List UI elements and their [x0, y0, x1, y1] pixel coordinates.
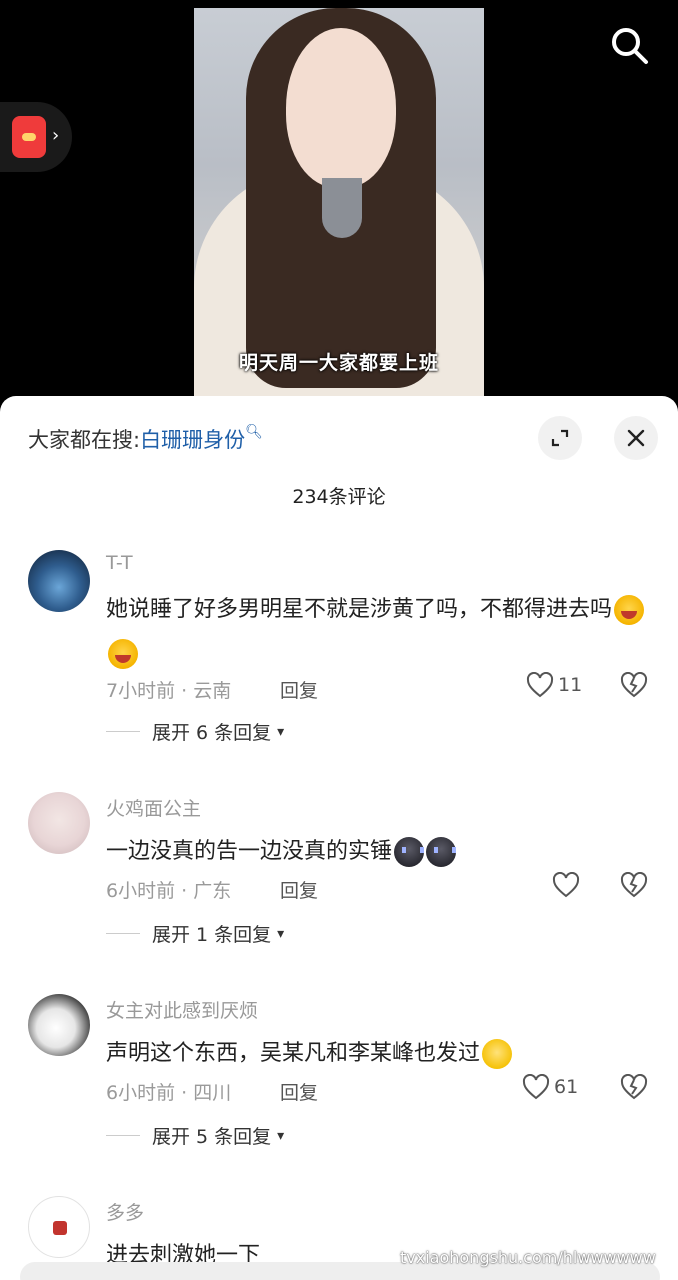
comment-username[interactable]: 火鸡面公主	[106, 794, 201, 821]
chevron-down-icon: ▾	[277, 925, 285, 942]
comment-text-content: 她说睡了好多男明星不就是涉黄了吗，不都得进去吗	[106, 597, 613, 622]
heart-icon	[526, 672, 554, 698]
watermark: tvxiaohongshu.com/hlwwwwww	[400, 1248, 656, 1267]
reply-button[interactable]: 回复	[280, 1078, 318, 1105]
comment-time-location: 6小时前 · 四川	[106, 1082, 232, 1104]
comment-item: 火鸡面公主 一边没真的告一边没真的实锤 6小时前 · 广东 回复 展开 1 条回…	[0, 792, 678, 962]
comment-text[interactable]: 声明这个东西，吴某凡和李某峰也发过	[106, 1032, 652, 1076]
dark-face-emoji-icon	[394, 837, 425, 867]
comment-time-location: 7小时前 · 云南	[106, 680, 232, 702]
expand-replies-label: 展开 6 条回复	[152, 722, 272, 744]
expand-replies-label: 展开 1 条回复	[152, 924, 272, 946]
comment-text[interactable]: 一边没真的告一边没真的实锤	[106, 830, 652, 874]
comment-text[interactable]: 她说睡了好多男明星不就是涉黄了吗，不都得进去吗	[106, 588, 652, 676]
like-button[interactable]: 61	[522, 1074, 578, 1100]
avatar[interactable]	[28, 994, 90, 1056]
comment-text-content: 一边没真的告一边没真的实锤	[106, 839, 393, 864]
divider	[106, 1135, 140, 1136]
red-packet-button[interactable]: ›	[0, 102, 72, 172]
video-area[interactable]: 明天周一大家都要上班 ›	[0, 0, 678, 400]
comment-username[interactable]: T-T	[106, 552, 133, 574]
comment-text-content: 声明这个东西，吴某凡和李某峰也发过	[106, 1041, 481, 1066]
video-caption: 明天周一大家都要上班	[238, 352, 439, 374]
expand-icon	[551, 429, 569, 447]
dark-face-emoji-icon	[426, 837, 457, 867]
close-icon	[627, 429, 645, 447]
heart-icon	[522, 1074, 550, 1100]
broken-heart-icon	[620, 671, 648, 698]
expand-button[interactable]	[538, 416, 582, 460]
comment-username[interactable]: 女主对此感到厌烦	[106, 996, 258, 1023]
laughing-crying-emoji-icon	[108, 639, 138, 669]
worried-emoji-icon	[482, 1039, 513, 1069]
expand-replies-label: 展开 5 条回复	[152, 1126, 272, 1148]
search-icon	[612, 28, 648, 64]
trending-search-prefix: 大家都在搜:	[28, 428, 141, 452]
reply-button[interactable]: 回复	[280, 876, 318, 903]
expand-replies-button[interactable]: 展开 6 条回复 ▾	[106, 718, 284, 745]
chevron-right-icon: ›	[52, 125, 60, 146]
dislike-button[interactable]	[620, 1073, 648, 1104]
search-button[interactable]	[606, 22, 652, 68]
dislike-button[interactable]	[620, 871, 648, 902]
avatar-logo	[53, 1221, 67, 1235]
divider	[106, 933, 140, 934]
chevron-down-icon: ▾	[277, 723, 285, 740]
like-button[interactable]: 11	[526, 672, 582, 698]
video-person-face	[286, 28, 396, 188]
dislike-button[interactable]	[620, 671, 648, 702]
comment-sheet: 大家都在搜:白珊珊身份🔍︎ 234条评论 T-T 她说睡了好多男明星不就是涉黄了…	[0, 396, 678, 1280]
avatar[interactable]	[28, 1196, 90, 1258]
comment-count: 234条评论	[292, 486, 386, 508]
expand-replies-button[interactable]: 展开 1 条回复 ▾	[106, 920, 284, 947]
broken-heart-icon	[620, 871, 648, 898]
like-count: 61	[554, 1076, 579, 1098]
reply-button[interactable]: 回复	[280, 676, 318, 703]
avatar[interactable]	[28, 550, 90, 612]
comment-username[interactable]: 多多	[106, 1198, 144, 1225]
expand-replies-button[interactable]: 展开 5 条回复 ▾	[106, 1122, 284, 1149]
like-button[interactable]	[552, 872, 580, 898]
laughing-crying-emoji-icon	[614, 595, 645, 625]
comment-item: 女主对此感到厌烦 声明这个东西，吴某凡和李某峰也发过 6小时前 · 四川 回复 …	[0, 994, 678, 1164]
divider	[106, 731, 140, 732]
broken-heart-icon	[620, 1073, 648, 1100]
close-button[interactable]	[614, 416, 658, 460]
trending-search[interactable]: 大家都在搜:白珊珊身份🔍︎	[28, 424, 263, 454]
red-packet-icon	[12, 116, 46, 158]
like-count: 11	[558, 674, 583, 696]
heart-icon	[552, 872, 580, 898]
trending-search-term[interactable]: 白珊珊身份	[140, 428, 245, 452]
comment-time-location: 6小时前 · 广东	[106, 880, 232, 902]
chevron-down-icon: ▾	[277, 1127, 285, 1144]
video-person-neck	[322, 178, 362, 238]
comment-item: T-T 她说睡了好多男明星不就是涉黄了吗，不都得进去吗 7小时前 · 云南 回复…	[0, 550, 678, 750]
avatar[interactable]	[28, 792, 90, 854]
video-frame[interactable]: 明天周一大家都要上班	[194, 8, 484, 400]
search-small-icon: 🔍︎	[245, 424, 263, 440]
